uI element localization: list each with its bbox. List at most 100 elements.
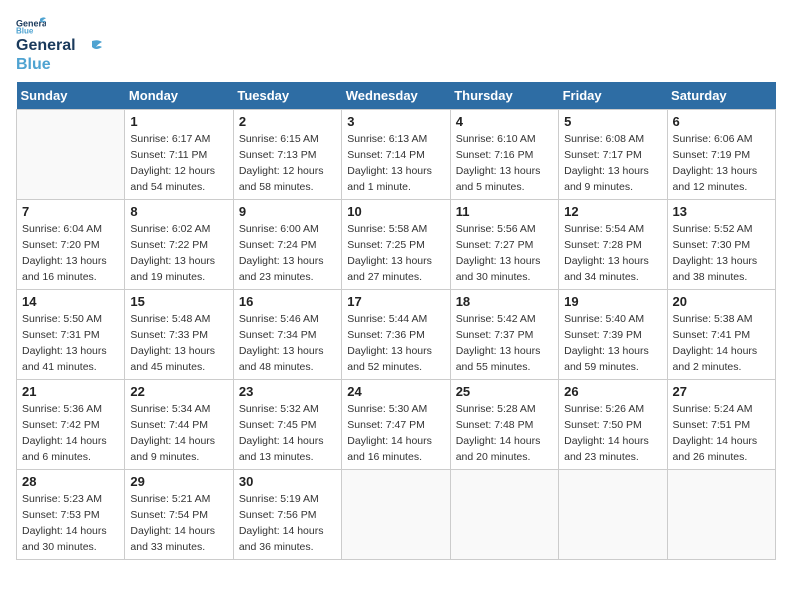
day-info: Sunrise: 5:26 AM Sunset: 7:50 PM Dayligh… xyxy=(564,402,661,465)
svg-text:Blue: Blue xyxy=(16,26,34,34)
day-number: 24 xyxy=(347,384,444,399)
day-number: 20 xyxy=(673,294,770,309)
day-info: Sunrise: 6:13 AM Sunset: 7:14 PM Dayligh… xyxy=(347,132,444,195)
day-info: Sunrise: 5:28 AM Sunset: 7:48 PM Dayligh… xyxy=(456,402,553,465)
header-friday: Friday xyxy=(559,82,667,110)
day-info: Sunrise: 5:23 AM Sunset: 7:53 PM Dayligh… xyxy=(22,492,119,555)
day-cell: 24 Sunrise: 5:30 AM Sunset: 7:47 PM Dayli… xyxy=(342,380,450,470)
day-cell: 29 Sunrise: 5:21 AM Sunset: 7:54 PM Dayli… xyxy=(125,470,233,560)
day-info: Sunrise: 6:02 AM Sunset: 7:22 PM Dayligh… xyxy=(130,222,227,285)
day-number: 19 xyxy=(564,294,661,309)
day-cell xyxy=(667,470,775,560)
day-cell: 30 Sunrise: 5:19 AM Sunset: 7:56 PM Dayli… xyxy=(233,470,341,560)
logo-text-general: General xyxy=(16,37,76,54)
day-cell: 22 Sunrise: 5:34 AM Sunset: 7:44 PM Dayli… xyxy=(125,380,233,470)
day-number: 2 xyxy=(239,114,336,129)
day-info: Sunrise: 6:00 AM Sunset: 7:24 PM Dayligh… xyxy=(239,222,336,285)
day-number: 22 xyxy=(130,384,227,399)
day-cell xyxy=(559,470,667,560)
day-info: Sunrise: 6:15 AM Sunset: 7:13 PM Dayligh… xyxy=(239,132,336,195)
week-row-2: 7Sunrise: 6:04 AM Sunset: 7:20 PM Daylig… xyxy=(17,200,776,290)
day-number: 27 xyxy=(673,384,770,399)
day-info: Sunrise: 5:44 AM Sunset: 7:36 PM Dayligh… xyxy=(347,312,444,375)
day-cell: 1Sunrise: 6:17 AM Sunset: 7:11 PM Daylig… xyxy=(125,110,233,200)
day-number: 11 xyxy=(456,204,553,219)
day-number: 10 xyxy=(347,204,444,219)
day-info: Sunrise: 5:38 AM Sunset: 7:41 PM Dayligh… xyxy=(673,312,770,375)
day-cell: 8 Sunrise: 6:02 AM Sunset: 7:22 PM Daylig… xyxy=(125,200,233,290)
day-cell: 26 Sunrise: 5:26 AM Sunset: 7:50 PM Dayli… xyxy=(559,380,667,470)
day-number: 4 xyxy=(456,114,553,129)
header-wednesday: Wednesday xyxy=(342,82,450,110)
day-cell: 10 Sunrise: 5:58 AM Sunset: 7:25 PM Dayli… xyxy=(342,200,450,290)
day-number: 25 xyxy=(456,384,553,399)
day-number: 21 xyxy=(22,384,119,399)
day-cell: 15Sunrise: 5:48 AM Sunset: 7:33 PM Dayli… xyxy=(125,290,233,380)
day-info: Sunrise: 5:56 AM Sunset: 7:27 PM Dayligh… xyxy=(456,222,553,285)
logo-bird-svg xyxy=(82,39,104,53)
day-cell: 27 Sunrise: 5:24 AM Sunset: 7:51 PM Dayli… xyxy=(667,380,775,470)
day-number: 13 xyxy=(673,204,770,219)
header-monday: Monday xyxy=(125,82,233,110)
day-cell: 2 Sunrise: 6:15 AM Sunset: 7:13 PM Daylig… xyxy=(233,110,341,200)
day-info: Sunrise: 5:50 AM Sunset: 7:31 PM Dayligh… xyxy=(22,312,119,375)
day-cell: 25 Sunrise: 5:28 AM Sunset: 7:48 PM Dayli… xyxy=(450,380,558,470)
day-number: 29 xyxy=(130,474,227,489)
day-info: Sunrise: 5:48 AM Sunset: 7:33 PM Dayligh… xyxy=(130,312,227,375)
header-sunday: Sunday xyxy=(17,82,125,110)
day-info: Sunrise: 5:58 AM Sunset: 7:25 PM Dayligh… xyxy=(347,222,444,285)
day-info: Sunrise: 6:04 AM Sunset: 7:20 PM Dayligh… xyxy=(22,222,119,285)
day-cell: 16Sunrise: 5:46 AM Sunset: 7:34 PM Dayli… xyxy=(233,290,341,380)
day-info: Sunrise: 5:24 AM Sunset: 7:51 PM Dayligh… xyxy=(673,402,770,465)
day-cell: 13Sunrise: 5:52 AM Sunset: 7:30 PM Dayli… xyxy=(667,200,775,290)
day-info: Sunrise: 5:21 AM Sunset: 7:54 PM Dayligh… xyxy=(130,492,227,555)
day-cell xyxy=(450,470,558,560)
week-row-1: 1Sunrise: 6:17 AM Sunset: 7:11 PM Daylig… xyxy=(17,110,776,200)
day-info: Sunrise: 5:34 AM Sunset: 7:44 PM Dayligh… xyxy=(130,402,227,465)
day-cell: 21 Sunrise: 5:36 AM Sunset: 7:42 PM Dayli… xyxy=(17,380,125,470)
day-info: Sunrise: 6:06 AM Sunset: 7:19 PM Dayligh… xyxy=(673,132,770,195)
day-info: Sunrise: 5:36 AM Sunset: 7:42 PM Dayligh… xyxy=(22,402,119,465)
day-info: Sunrise: 5:40 AM Sunset: 7:39 PM Dayligh… xyxy=(564,312,661,375)
day-number: 3 xyxy=(347,114,444,129)
day-number: 23 xyxy=(239,384,336,399)
day-number: 17 xyxy=(347,294,444,309)
week-row-4: 21 Sunrise: 5:36 AM Sunset: 7:42 PM Dayli… xyxy=(17,380,776,470)
day-cell: 12 Sunrise: 5:54 AM Sunset: 7:28 PM Dayli… xyxy=(559,200,667,290)
day-info: Sunrise: 5:30 AM Sunset: 7:47 PM Dayligh… xyxy=(347,402,444,465)
header-row: SundayMondayTuesdayWednesdayThursdayFrid… xyxy=(17,82,776,110)
day-cell: 11 Sunrise: 5:56 AM Sunset: 7:27 PM Dayli… xyxy=(450,200,558,290)
week-row-5: 28 Sunrise: 5:23 AM Sunset: 7:53 PM Dayli… xyxy=(17,470,776,560)
day-cell: 3 Sunrise: 6:13 AM Sunset: 7:14 PM Daylig… xyxy=(342,110,450,200)
day-info: Sunrise: 5:46 AM Sunset: 7:34 PM Dayligh… xyxy=(239,312,336,375)
day-number: 14 xyxy=(22,294,119,309)
day-info: Sunrise: 5:19 AM Sunset: 7:56 PM Dayligh… xyxy=(239,492,336,555)
day-info: Sunrise: 5:54 AM Sunset: 7:28 PM Dayligh… xyxy=(564,222,661,285)
day-number: 12 xyxy=(564,204,661,219)
day-number: 26 xyxy=(564,384,661,399)
logo-icon: General Blue xyxy=(16,16,46,34)
day-number: 8 xyxy=(130,204,227,219)
page-header: General Blue General Blue xyxy=(16,16,776,74)
day-number: 9 xyxy=(239,204,336,219)
day-number: 28 xyxy=(22,474,119,489)
day-cell: 5 Sunrise: 6:08 AM Sunset: 7:17 PM Daylig… xyxy=(559,110,667,200)
day-cell: 17 Sunrise: 5:44 AM Sunset: 7:36 PM Dayli… xyxy=(342,290,450,380)
calendar-table: SundayMondayTuesdayWednesdayThursdayFrid… xyxy=(16,82,776,560)
day-number: 30 xyxy=(239,474,336,489)
day-cell: 9 Sunrise: 6:00 AM Sunset: 7:24 PM Daylig… xyxy=(233,200,341,290)
day-info: Sunrise: 6:08 AM Sunset: 7:17 PM Dayligh… xyxy=(564,132,661,195)
day-number: 6 xyxy=(673,114,770,129)
day-info: Sunrise: 5:32 AM Sunset: 7:45 PM Dayligh… xyxy=(239,402,336,465)
day-cell: 23 Sunrise: 5:32 AM Sunset: 7:45 PM Dayli… xyxy=(233,380,341,470)
day-cell: 20 Sunrise: 5:38 AM Sunset: 7:41 PM Dayli… xyxy=(667,290,775,380)
day-cell: 28 Sunrise: 5:23 AM Sunset: 7:53 PM Dayli… xyxy=(17,470,125,560)
logo-text-blue: Blue xyxy=(16,56,51,73)
day-cell: 14 Sunrise: 5:50 AM Sunset: 7:31 PM Dayli… xyxy=(17,290,125,380)
header-thursday: Thursday xyxy=(450,82,558,110)
day-cell xyxy=(17,110,125,200)
day-info: Sunrise: 6:10 AM Sunset: 7:16 PM Dayligh… xyxy=(456,132,553,195)
header-tuesday: Tuesday xyxy=(233,82,341,110)
day-cell: 7Sunrise: 6:04 AM Sunset: 7:20 PM Daylig… xyxy=(17,200,125,290)
day-number: 5 xyxy=(564,114,661,129)
